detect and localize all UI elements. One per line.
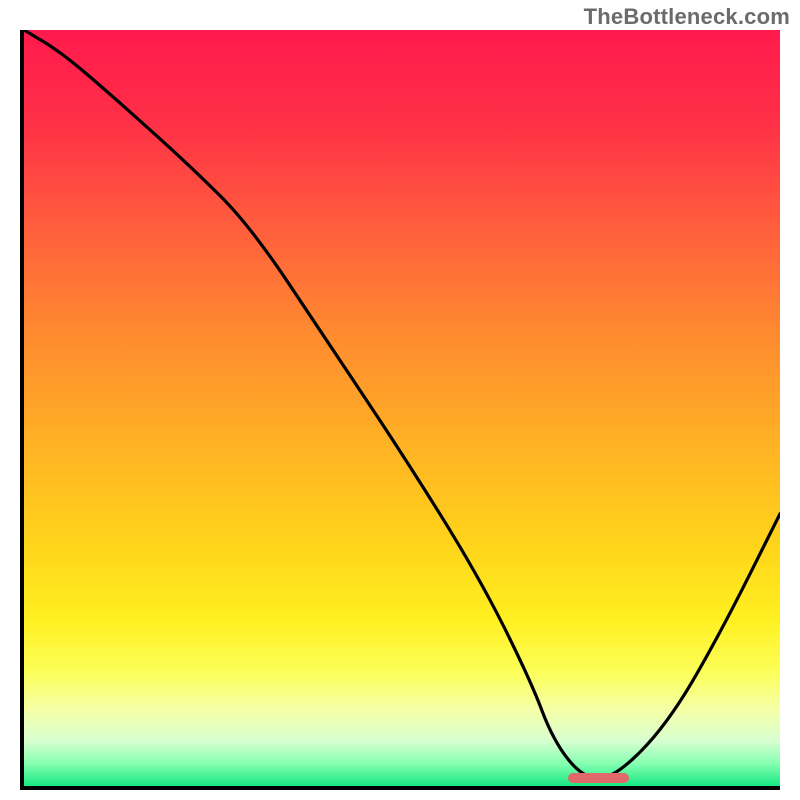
optimal-range-marker xyxy=(568,773,628,783)
plot-frame xyxy=(20,30,780,790)
attribution-text: TheBottleneck.com xyxy=(584,4,790,30)
bottleneck-curve xyxy=(24,30,780,786)
